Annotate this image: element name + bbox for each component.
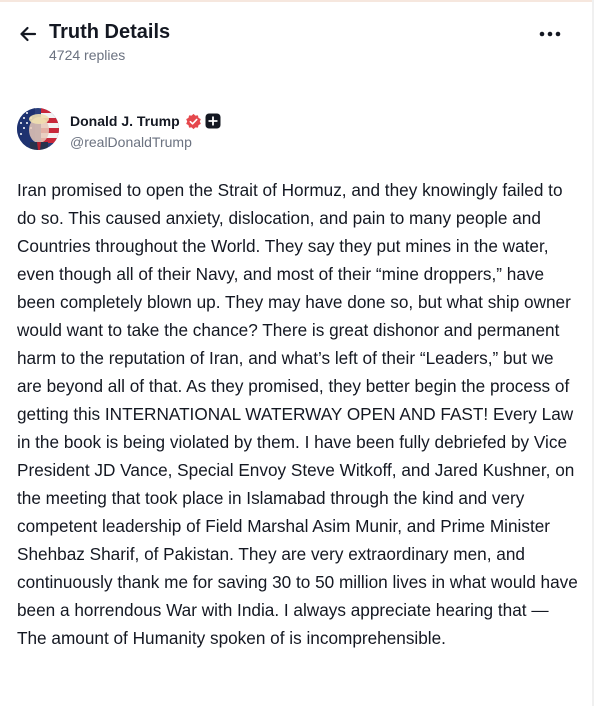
- avatar[interactable]: [17, 108, 59, 150]
- avatar-image: [17, 108, 59, 150]
- page-title: Truth Details: [49, 21, 171, 43]
- reply-count: 4724 replies: [49, 47, 126, 63]
- author-handle[interactable]: @realDonaldTrump: [70, 134, 192, 150]
- author-name[interactable]: Donald J. Trump: [70, 113, 180, 129]
- more-options-button[interactable]: [533, 22, 567, 46]
- verified-badge-icon: [185, 113, 201, 129]
- arrow-left-icon: [20, 26, 37, 42]
- post-body: Iran promised to open the Strait of Horm…: [17, 180, 578, 648]
- title-block: Truth Details 4724 replies: [49, 20, 170, 65]
- post-author: Donald J. Trump @realDonaldTrump: [17, 108, 577, 154]
- ellipsis-icon: [539, 31, 561, 37]
- plus-badge-icon: [205, 113, 221, 129]
- header: Truth Details 4724 replies: [0, 0, 594, 80]
- author-name-row: Donald J. Trump: [70, 111, 221, 131]
- back-button[interactable]: [14, 20, 42, 48]
